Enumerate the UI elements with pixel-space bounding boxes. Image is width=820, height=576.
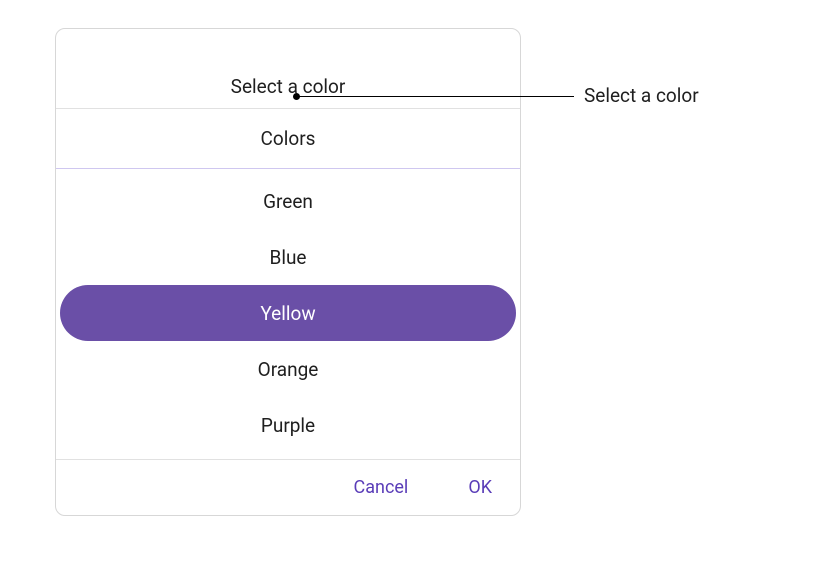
ok-button[interactable]: OK [462, 473, 498, 502]
option-label: Purple [261, 414, 315, 437]
option-blue[interactable]: Blue [60, 229, 516, 285]
dialog-actions: Cancel OK [56, 460, 520, 515]
option-label: Orange [258, 358, 319, 381]
option-label: Yellow [260, 302, 315, 325]
option-purple[interactable]: Purple [60, 397, 516, 453]
cancel-button[interactable]: Cancel [348, 473, 415, 502]
dialog-header: Select a color [56, 29, 520, 109]
options-list: Green Blue Yellow Orange Purple [56, 169, 520, 460]
category-header: Colors [56, 109, 520, 169]
dialog-title: Select a color [231, 75, 346, 98]
option-yellow[interactable]: Yellow [60, 285, 516, 341]
picker-dialog: Select a color Colors Green Blue Yellow … [55, 28, 521, 516]
option-orange[interactable]: Orange [60, 341, 516, 397]
option-green[interactable]: Green [60, 173, 516, 229]
callout-line [296, 96, 574, 97]
callout-label: Select a color [584, 84, 699, 107]
category-label: Colors [261, 127, 316, 150]
option-label: Green [263, 190, 313, 213]
option-label: Blue [269, 246, 306, 269]
